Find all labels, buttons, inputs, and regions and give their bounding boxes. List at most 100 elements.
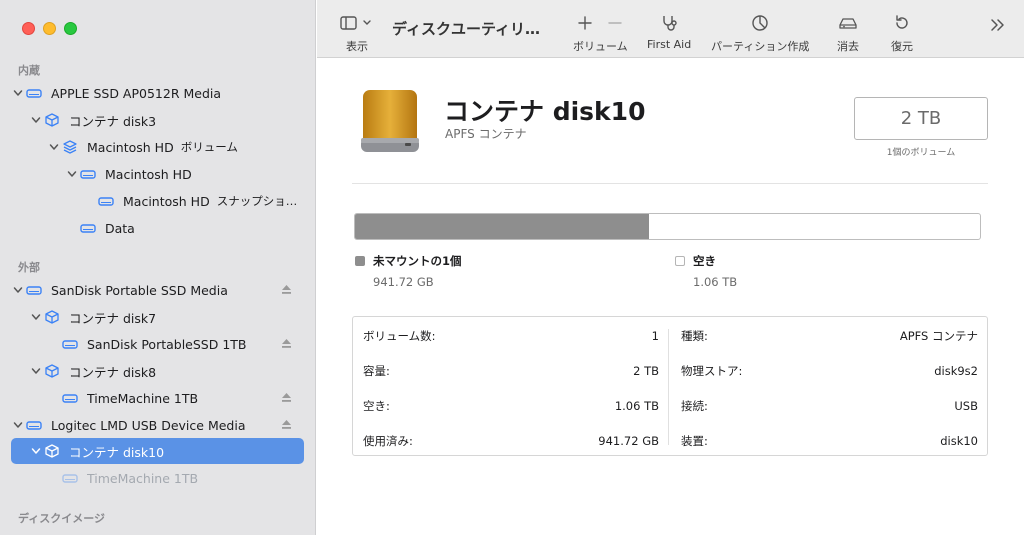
sidebar-item-logitec-media[interactable]: Logitec LMD USB Device Media xyxy=(11,412,304,438)
info-value: USB xyxy=(954,398,978,413)
double-chevron-right-icon xyxy=(989,14,1007,36)
sidebar-item-macintosh-hd[interactable]: Macintosh HD xyxy=(11,161,304,187)
sidebar-item-container-disk7[interactable]: コンテナ disk7 xyxy=(11,304,304,330)
chevron-down-icon[interactable] xyxy=(29,115,43,125)
add-volume-icon[interactable] xyxy=(576,14,594,32)
info-value: disk10 xyxy=(940,433,978,448)
info-row: 装置: disk10 xyxy=(681,423,978,458)
sidebar-item-label: TimeMachine 1TB xyxy=(87,470,199,486)
info-table-divider xyxy=(668,329,669,445)
erase-button[interactable]: 消去 xyxy=(837,12,859,54)
minimize-window-button[interactable] xyxy=(43,22,56,35)
sidebar-item-macintosh-hd-snapshot[interactable]: Macintosh HD スナップショ… xyxy=(11,188,304,214)
info-row: 容量: 2 TB xyxy=(363,353,659,388)
sidebar-item-sandisk-media[interactable]: SanDisk Portable SSD Media xyxy=(11,277,304,303)
chevron-down-icon[interactable] xyxy=(29,312,43,322)
remove-volume-icon[interactable] xyxy=(606,14,624,32)
sidebar-item-container-disk3[interactable]: コンテナ disk3 xyxy=(11,107,304,133)
zoom-window-button[interactable] xyxy=(64,22,77,35)
volume-stack-icon xyxy=(61,140,79,154)
first-aid-label: First Aid xyxy=(647,38,692,51)
sidebar-item-timemachine-unmounted[interactable]: TimeMachine 1TB xyxy=(11,465,304,491)
chevron-down-icon[interactable] xyxy=(65,169,79,179)
chevron-down-icon[interactable] xyxy=(47,142,61,152)
container-cube-icon xyxy=(43,364,61,378)
toolbar-overflow-button[interactable] xyxy=(989,14,1007,36)
sidebar-item-label: SanDisk Portable SSD Media xyxy=(51,282,228,298)
sidebar-item-timemachine[interactable]: TimeMachine 1TB xyxy=(11,385,304,411)
drive-icon xyxy=(61,391,79,405)
chevron-down-icon[interactable] xyxy=(11,420,25,430)
sidebar-item-label: APPLE SSD AP0512R Media xyxy=(51,85,222,101)
sidebar-item-sandisk-portable-ssd[interactable]: SanDisk PortableSSD 1TB xyxy=(11,331,304,357)
pie-partition-icon xyxy=(751,12,769,34)
info-table: ボリューム数: 1 容量: 2 TB 空き: 1.06 TB 使用済み: 941.72 … xyxy=(352,316,988,456)
sidebar-item-label: TimeMachine 1TB xyxy=(87,390,199,406)
detail-pane: 表示 ディスクユーティリ… ボリューム First Aid パーティション作成 … xyxy=(317,0,1024,535)
sidebar: 内蔵 APPLE SSD AP0512R Media コンテナ disk3 Ma… xyxy=(0,0,316,535)
sidebar-item-label: コンテナ disk10 xyxy=(69,444,165,460)
section-label-internal: 内蔵 xyxy=(18,64,40,77)
info-value: 2 TB xyxy=(633,363,659,378)
sidebar-item-macintosh-hd-volume[interactable]: Macintosh HD ボリューム xyxy=(11,134,304,160)
section-label-disk-images: ディスクイメージ xyxy=(18,512,106,525)
legend-used-value: 941.72 GB xyxy=(373,275,434,289)
sidebar-item-container-disk10[interactable]: コンテナ disk10 xyxy=(11,438,304,464)
sidebar-item-label: SanDisk PortableSSD 1TB xyxy=(87,336,247,352)
info-key: 物理ストア: xyxy=(681,363,743,378)
sidebar-item-sublabel: スナップショ… xyxy=(216,194,298,208)
sidebar-item-label: Logitec LMD USB Device Media xyxy=(51,417,246,433)
sidebar-item-label: コンテナ disk7 xyxy=(69,310,157,326)
drive-icon xyxy=(79,221,97,235)
external-drive-icon xyxy=(25,418,43,432)
chevron-down-icon[interactable] xyxy=(29,446,43,456)
drive-icon xyxy=(97,194,115,208)
sidebar-item-label: Macintosh HD xyxy=(105,166,192,182)
sidebar-item-label: Macintosh HD xyxy=(87,139,174,155)
section-label-external: 外部 xyxy=(18,261,40,274)
partition-button[interactable]: パーティション作成 xyxy=(711,12,809,54)
erase-label: 消去 xyxy=(837,40,859,53)
eject-icon[interactable] xyxy=(281,338,292,349)
internal-drive-icon xyxy=(25,86,43,100)
info-value: APFS コンテナ xyxy=(899,328,978,343)
view-button[interactable]: 表示 xyxy=(339,12,375,54)
legend-free: 空き 1.06 TB xyxy=(675,253,737,289)
chevron-down-icon[interactable] xyxy=(11,88,25,98)
usage-bar-used-segment xyxy=(355,214,649,239)
info-row: 物理ストア: disk9s2 xyxy=(681,353,978,388)
first-aid-button[interactable]: First Aid xyxy=(647,12,691,51)
info-row: 使用済み: 941.72 GB xyxy=(363,423,659,458)
restore-label: 復元 xyxy=(891,40,913,53)
sidebar-item-apple-ssd[interactable]: APPLE SSD AP0512R Media xyxy=(11,80,304,106)
disk-subtitle: APFS コンテナ xyxy=(445,127,527,141)
restore-button[interactable]: 復元 xyxy=(891,12,913,54)
info-key: 空き: xyxy=(363,398,390,413)
disk-utility-window: 内蔵 APPLE SSD AP0512R Media コンテナ disk3 Ma… xyxy=(0,0,1024,535)
container-cube-icon xyxy=(43,310,61,324)
usage-bar xyxy=(354,213,981,240)
legend-free-label: 空き xyxy=(693,254,716,268)
eject-icon[interactable] xyxy=(281,284,292,295)
sidebar-item-label: コンテナ disk3 xyxy=(69,113,157,129)
container-cube-icon xyxy=(43,113,61,127)
sidebar-toggle-icon xyxy=(339,12,375,34)
info-key: 使用済み: xyxy=(363,433,413,448)
chevron-down-icon[interactable] xyxy=(11,285,25,295)
toolbar: 表示 ディスクユーティリ… ボリューム First Aid パーティション作成 … xyxy=(317,0,1024,58)
sidebar-item-label: コンテナ disk8 xyxy=(69,364,157,380)
close-window-button[interactable] xyxy=(22,22,35,35)
info-key: ボリューム数: xyxy=(363,328,436,343)
info-value: 1.06 TB xyxy=(614,398,659,413)
info-row: 種類: APFS コンテナ xyxy=(681,318,978,353)
info-value: 941.72 GB xyxy=(598,433,659,448)
eject-icon[interactable] xyxy=(281,419,292,430)
sidebar-item-data[interactable]: Data xyxy=(11,215,304,241)
sidebar-item-container-disk8[interactable]: コンテナ disk8 xyxy=(11,358,304,384)
volume-button-label: ボリューム xyxy=(573,40,628,53)
capacity-caption: 1個のボリューム xyxy=(886,148,956,158)
info-row: 空き: 1.06 TB xyxy=(363,388,659,423)
eject-icon[interactable] xyxy=(281,392,292,403)
chevron-down-icon[interactable] xyxy=(29,366,43,376)
info-row: ボリューム数: 1 xyxy=(363,318,659,353)
